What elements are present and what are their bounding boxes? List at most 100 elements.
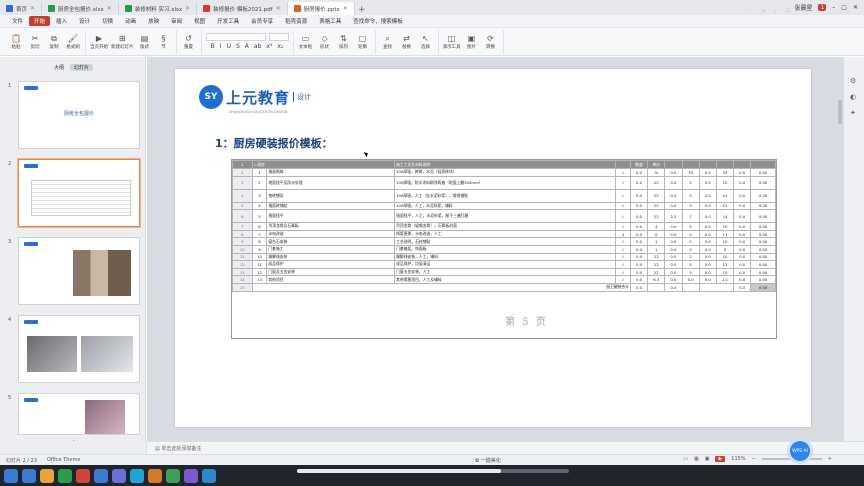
format-button[interactable]: ab [254, 43, 262, 50]
table-row[interactable]: 12 11 成品保护 成品保护，垃圾清运 √ 0.0 22 0.0 5 0.0 11 0.0 0.00 [232, 260, 776, 269]
ribbon-button[interactable]: ▤ 版式 [137, 34, 153, 50]
document-tab[interactable]: 装修材料 实习.xlsx ✕ [119, 2, 198, 15]
format-button[interactable]: x₂ [277, 43, 283, 50]
font-family-select[interactable] [205, 33, 266, 41]
taskbar-app-icon[interactable] [76, 468, 90, 483]
ribbon-button[interactable]: 🖌 格式刷 [65, 34, 81, 50]
menu-item[interactable]: 切换 [96, 17, 119, 25]
close-tab-icon[interactable]: ✕ [276, 5, 281, 12]
table-row[interactable]: 8 7 水电改造 线管更换，水电改造，人工 1 0.0 0 0.0 0 0.0 11 0.0 0.00 [232, 229, 776, 239]
format-button[interactable]: S [236, 43, 240, 50]
ai-assistant-button[interactable]: WPS AI [790, 441, 810, 461]
menu-item[interactable]: 放映 [142, 17, 165, 25]
ribbon-button[interactable]: ▣ 图片 [464, 34, 480, 50]
slide-title[interactable]: 1：厨房硬装报价模板： [215, 135, 333, 151]
taskbar-app-icon[interactable] [184, 468, 198, 483]
document-tab[interactable]: 厨房报价.pptx ✕ [287, 2, 355, 15]
close-tab-icon[interactable]: ✕ [185, 5, 190, 12]
table-row[interactable]: 4 3 地砖铺设 100厚墙，人工（含水泥砂浆），常规铺贴 √ 0.0 22 0.0 5 0.0 1… [232, 188, 776, 203]
document-tab[interactable]: 首页 ✕ [0, 2, 43, 15]
normal-view-icon[interactable]: ▭ [683, 456, 688, 462]
menu-item[interactable]: 表格工具 [313, 17, 347, 25]
ribbon-button[interactable]: ↖ 选择 [418, 34, 434, 50]
ribbon-button[interactable]: ⇅ 排列 [336, 34, 352, 50]
format-button[interactable]: x² [266, 43, 272, 50]
new-tab-button[interactable]: + [355, 5, 369, 15]
zoom-in-icon[interactable]: + [828, 456, 832, 462]
close-tab-icon[interactable]: ✕ [107, 5, 112, 12]
menu-item[interactable]: 设计 [73, 17, 96, 25]
table-row[interactable]: 7 6 吊顶龙骨及石膏板 吊顶龙骨（轻钢龙骨），石膏板封面 √ 0.0 4 0.0 5 0.0 10… [232, 222, 776, 231]
menu-item[interactable]: 视图 [188, 17, 211, 25]
table-row[interactable]: 5 4 墙面砖铺贴 100厚墙，人工，水泥砂浆，辅料 √ 0.0 22 0.0 5 0.0 12 0.… [232, 201, 776, 211]
ribbon-button[interactable]: 📋 粘贴 [8, 34, 24, 50]
taskbar-app-icon[interactable] [94, 468, 108, 483]
taskbar-app-icon[interactable] [40, 468, 54, 483]
document-tab[interactable]: 装修报价 模板2021.pdf ✕ [197, 2, 288, 15]
taskbar-app-icon[interactable] [202, 468, 216, 483]
reading-view-icon[interactable]: ▣ [705, 456, 710, 462]
table-row[interactable]: 9 8 窗台石安装 工艺说明，石材铺贴 √ 0.0 1 0.0 0 0.0 10 0.0 0.00 [232, 237, 776, 246]
table-row[interactable]: 11 10 踢脚线安装 踢脚线安装，人工，辅料 √ 0.0 22 0.0 2 0.0 10 0.0 0.… [232, 252, 776, 262]
taskbar-app-icon[interactable] [112, 468, 126, 483]
slide-thumb-4[interactable] [18, 315, 140, 383]
menu-item[interactable]: 查找命令、搜索模板 [347, 17, 409, 25]
slide-thumb-1[interactable]: 厨房全包报价 [18, 81, 140, 149]
zoom-slider[interactable] [761, 456, 822, 462]
ribbon-button[interactable]: ▶ 当页开始 [90, 34, 108, 50]
ribbon-button[interactable]: ⟳ 转换 [483, 34, 499, 50]
object-properties-icon[interactable]: ⚙ [850, 77, 856, 85]
menu-item[interactable]: 开始 [29, 16, 51, 26]
document-tab[interactable]: 厨房全包报价.xlsx ✕ [42, 2, 119, 15]
menu-item[interactable]: 文件 [6, 17, 29, 25]
smart-beautify-button[interactable]: ✿ 一键美化 [475, 457, 501, 464]
close-icon[interactable]: ✕ [853, 4, 858, 11]
ribbon-button[interactable]: ⧉ 复制 [46, 34, 62, 50]
ribbon-button[interactable]: ↺ 重置 [181, 34, 197, 50]
menu-item[interactable]: 开发工具 [211, 17, 245, 25]
vertical-scrollbar[interactable] [838, 100, 842, 124]
current-slide[interactable]: SY 上元教育 设计 SHANGYUAN EDUCATION DESIGN 1：… [175, 69, 811, 427]
style-icon[interactable]: ◐ [850, 93, 856, 101]
system-tray[interactable]: ⌃ ◔ ♪ 中 [747, 6, 794, 15]
ribbon-button[interactable]: ⌕ 查找 [380, 34, 396, 50]
format-button[interactable]: I [220, 43, 222, 50]
taskbar-app-icon[interactable] [166, 468, 180, 483]
format-button[interactable]: U [227, 43, 231, 50]
format-button[interactable]: A [245, 43, 249, 50]
taskbar-app-icon[interactable] [148, 468, 162, 483]
video-progress-bar[interactable] [297, 469, 569, 473]
table-row[interactable]: 14 13 其他项目 其他零星项目，人工及辅料 √ 0.0 6.3 0.0 0.0 0.0 1.1 0… [232, 275, 776, 284]
table-row[interactable]: 6 5 墙面找平 墙面找平，人工，水泥砂浆，腻子三遍打磨 √ 0.0 22 2.2 7 0.0 14… [232, 209, 776, 224]
slide-thumb-5[interactable] [18, 393, 140, 435]
taskbar-app-icon[interactable] [130, 468, 144, 483]
close-tab-icon[interactable]: ✕ [30, 5, 35, 12]
zoom-out-icon[interactable]: − [752, 456, 756, 462]
ribbon-button[interactable]: ⊞ 新建幻灯片 [111, 34, 134, 50]
font-size-select[interactable] [268, 33, 289, 41]
ribbon-button[interactable]: ◇ 形状 [317, 34, 333, 50]
ribbon-button[interactable]: § 节 [156, 34, 172, 50]
menu-item[interactable]: 审阅 [165, 17, 188, 25]
ribbon-button[interactable]: ◫ 演示工具 [443, 34, 461, 50]
tab-outline[interactable]: 大纲 [54, 64, 64, 71]
ribbon-button[interactable]: ▢ 轮廓 [355, 34, 371, 50]
table-row[interactable]: 3 2 地面找平及防水处理 100厚墙，防水涂料刷涂两遍（地面上翻300mm） √ 0.0… [232, 175, 776, 190]
table-row[interactable]: 13 12 门窗及五金安装 门窗五金安装，人工 √ 0.0 22 0.0 5 0.0 10 0.0 0.… [232, 267, 776, 277]
sorter-view-icon[interactable]: ▦ [694, 456, 699, 462]
close-tab-icon[interactable]: ✕ [343, 5, 348, 12]
ribbon-button[interactable]: ⇄ 替换 [399, 34, 415, 50]
menu-item[interactable]: 稻壳资源 [279, 17, 313, 25]
animation-icon[interactable]: ✦ [850, 109, 856, 117]
slide-thumb-2[interactable] [18, 159, 140, 227]
menu-item[interactable]: 动画 [119, 17, 142, 25]
user-name[interactable]: 张晨星 [794, 3, 812, 12]
ribbon-button[interactable]: ▭ 文本框 [298, 34, 314, 50]
ribbon-button[interactable]: ✂ 剪切 [27, 34, 43, 50]
menu-item[interactable]: 会员专享 [245, 17, 279, 25]
table-row[interactable]: 10 9 门套施工 门套基层，饰面板 √ 0.0 1 0.0 0 0.0 0 0.0 0.00 [232, 244, 776, 254]
play-slideshow-button[interactable]: ▶ [715, 456, 726, 462]
quote-table[interactable]: 11.厨房施工工艺及材料说明数量单价合价21墙面砌筑100厚墙，砖砌，水泥（轻质… [231, 159, 777, 339]
menu-item[interactable]: 插入 [50, 17, 73, 25]
table-row[interactable]: 2 1 墙面砌筑 100厚墙，砖砌，水泥（轻质砖块） √ 0.0% 0.0 33 0.0 33 0.… [232, 168, 776, 177]
